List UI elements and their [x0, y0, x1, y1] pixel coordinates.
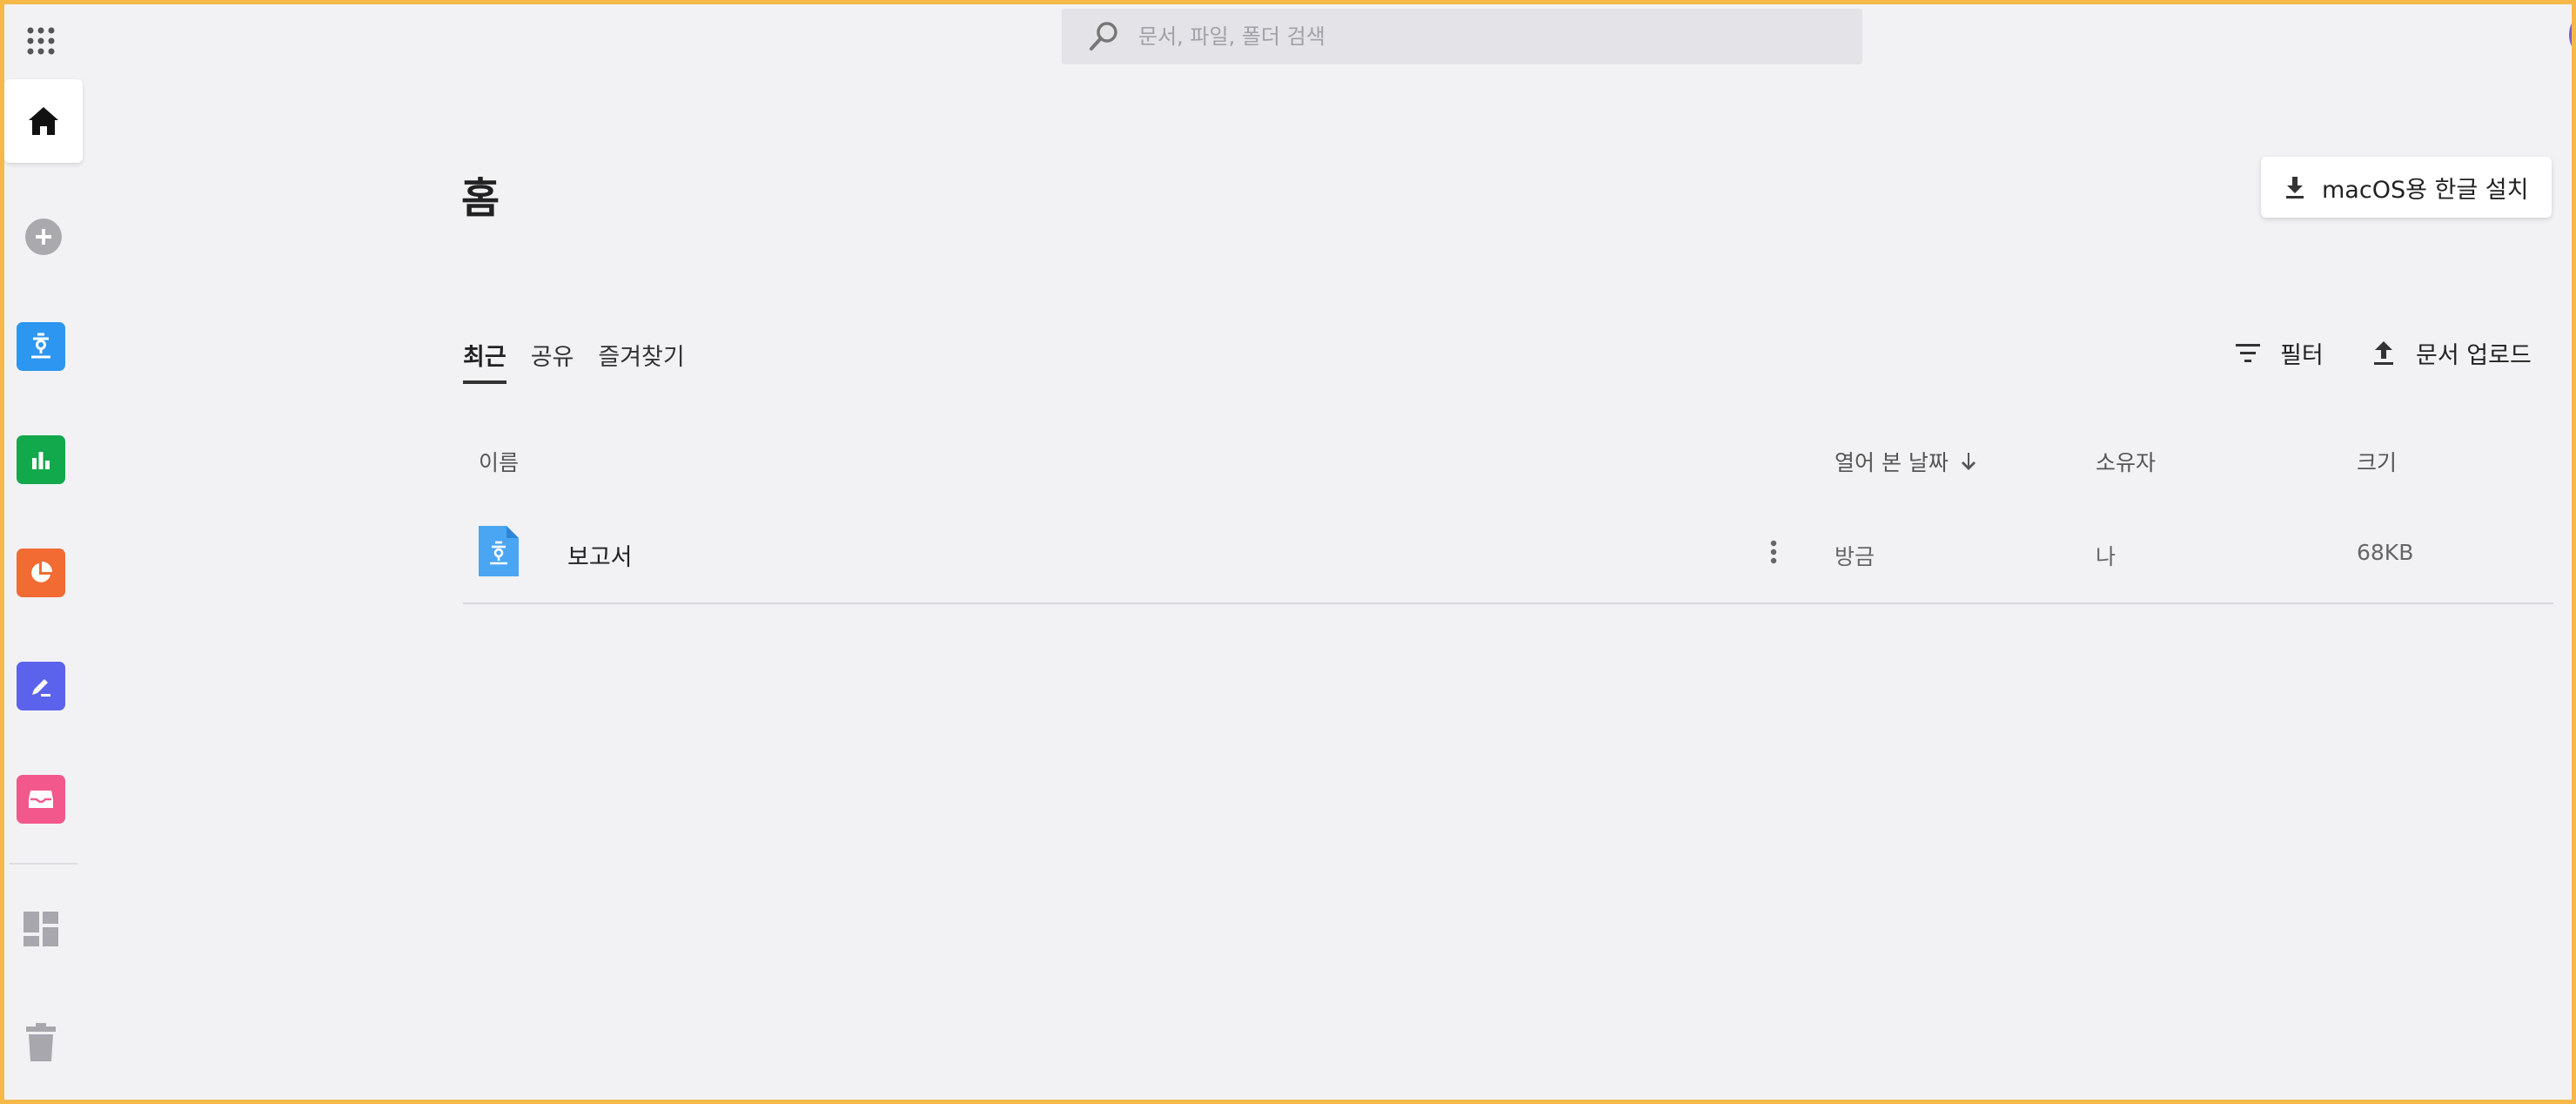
apps-grid-icon[interactable] — [23, 24, 58, 58]
sidebar-item-editor[interactable] — [17, 662, 65, 710]
hancell-chart-icon — [32, 452, 50, 469]
dashboard-icon[interactable] — [22, 910, 60, 948]
file-opened-date: 방금 — [1835, 544, 1875, 569]
sidebar-item-hangul[interactable] — [17, 322, 65, 371]
download-icon — [2286, 177, 2304, 199]
hangul-doc-icon — [31, 333, 50, 359]
search-input[interactable] — [1137, 24, 1862, 50]
sidebar — [4, 4, 83, 1100]
filter-button[interactable]: 필터 — [2233, 336, 2324, 370]
more-options-icon[interactable] — [1756, 535, 1791, 569]
filter-label: 필터 — [2280, 342, 2324, 369]
column-header-opened[interactable]: 열어 본 날짜 — [1835, 446, 1980, 477]
tab-shared[interactable]: 공유 — [531, 338, 574, 384]
install-button-label: macOS용 한글 설치 — [2322, 176, 2529, 204]
file-owner: 나 — [2096, 544, 2116, 569]
sort-down-icon — [1961, 453, 1976, 470]
hangul-doc-icon — [479, 526, 519, 576]
sidebar-item-inbox[interactable] — [17, 775, 65, 824]
table-row[interactable]: 보고서 방금 나 68KB — [463, 505, 2553, 604]
sidebar-item-home[interactable] — [4, 79, 83, 163]
pen-icon — [32, 679, 50, 697]
tab-bar: 최근 공유 즐겨찾기 — [463, 338, 709, 384]
search-icon[interactable] — [1086, 19, 1121, 54]
file-name[interactable]: 보고서 — [567, 538, 633, 572]
upload-button[interactable]: 문서 업로드 — [2369, 336, 2532, 370]
tab-recent[interactable]: 최근 — [463, 338, 506, 384]
column-header-owner[interactable]: 소유자 — [2096, 446, 2156, 477]
sidebar-item-hancell[interactable] — [17, 435, 65, 484]
avatar[interactable] — [2569, 17, 2576, 52]
trash-icon[interactable] — [23, 1021, 58, 1063]
column-header-name[interactable]: 이름 — [479, 446, 519, 477]
filter-icon — [2236, 343, 2260, 362]
new-document-button[interactable] — [25, 219, 62, 255]
inbox-icon — [29, 791, 53, 808]
upload-icon — [2374, 340, 2393, 365]
tab-favorites[interactable]: 즐겨찾기 — [598, 338, 684, 384]
install-macos-button[interactable]: macOS용 한글 설치 — [2261, 157, 2552, 218]
column-header-size[interactable]: 크기 — [2357, 446, 2397, 477]
search-bar — [1062, 9, 1862, 64]
hanshow-pie-icon — [31, 562, 52, 582]
sidebar-item-hanshow[interactable] — [17, 549, 65, 597]
page-title: 홈 — [461, 174, 500, 223]
upload-label: 문서 업로드 — [2416, 342, 2532, 369]
sidebar-divider — [10, 863, 77, 865]
file-size: 68KB — [2357, 540, 2414, 565]
plus-circle-icon — [36, 229, 51, 245]
home-icon — [29, 107, 58, 135]
